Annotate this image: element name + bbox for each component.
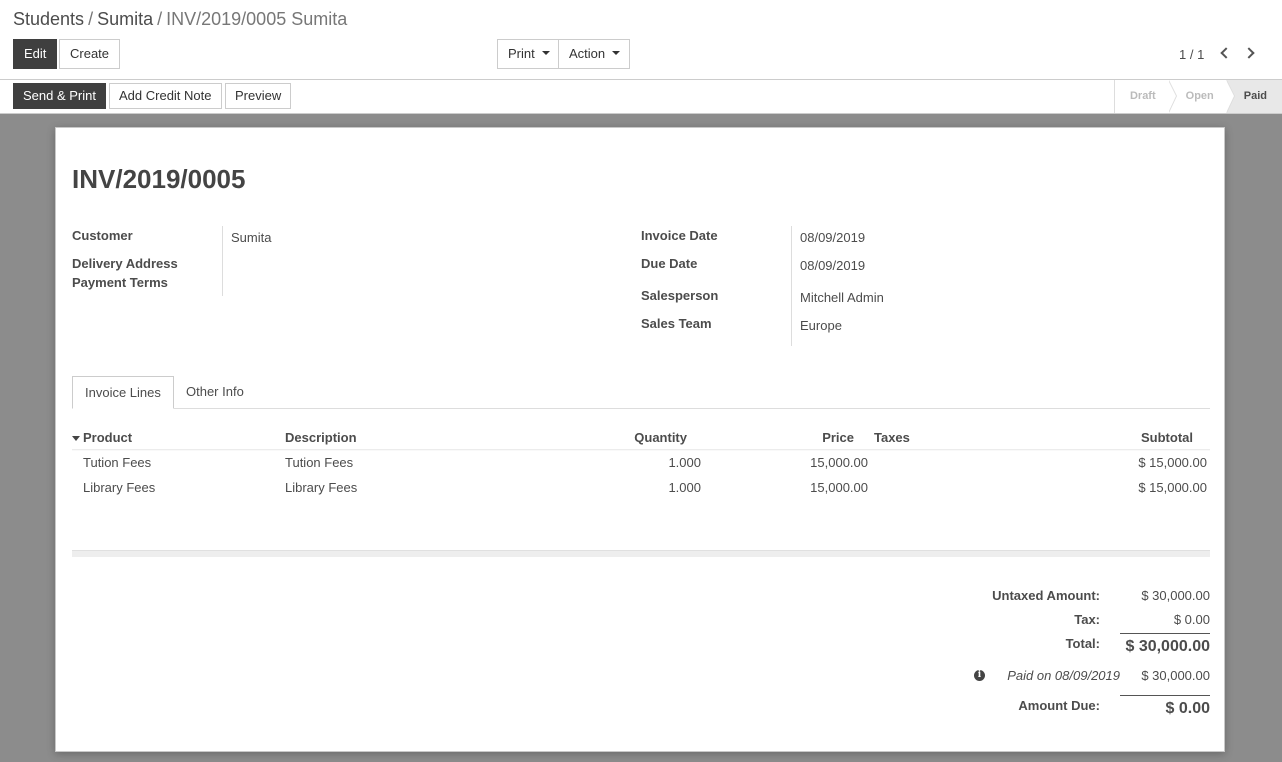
print-dropdown-button[interactable]: Print <box>497 39 559 69</box>
invoice-date-label: Invoice Date <box>641 228 718 243</box>
add-credit-note-button[interactable]: Add Credit Note <box>109 83 222 109</box>
field-divider <box>791 226 792 346</box>
breadcrumb-sumita[interactable]: Sumita <box>97 9 153 29</box>
status-stages: Draft Open Paid <box>1113 80 1282 113</box>
breadcrumb-students[interactable]: Students <box>13 9 84 29</box>
chevron-right-icon <box>1243 47 1255 59</box>
untaxed-amount-value: $ 30,000.00 <box>1141 588 1210 603</box>
customer-label: Customer <box>72 228 133 243</box>
pager-next-button[interactable] <box>1243 44 1261 64</box>
paid-amount-value: $ 30,000.00 <box>1141 668 1210 683</box>
control-panel: Students / Sumita / INV/2019/0005 Sumita Edi… <box>0 0 1282 80</box>
pager-previous-button[interactable] <box>1216 44 1234 64</box>
breadcrumb: Students / Sumita / INV/2019/0005 Sumita <box>13 9 347 30</box>
payment-terms-label: Payment Terms <box>72 275 168 290</box>
row-price: 15,000.00 <box>810 480 868 495</box>
caret-down-icon <box>541 51 550 56</box>
breadcrumb-current: INV/2019/0005 Sumita <box>166 9 348 29</box>
column-header-price[interactable]: Price <box>796 430 854 445</box>
total-label: Total: <box>1065 636 1100 651</box>
action-dropdown-button[interactable]: Action <box>558 39 630 69</box>
invoice-date-value: 08/09/2019 <box>800 230 866 245</box>
row-price: 15,000.00 <box>810 455 868 470</box>
table-footer <box>72 550 1210 557</box>
invoice-sheet: INV/2019/0005 Customer Delivery Address … <box>55 127 1225 752</box>
tax-value: $ 0.00 <box>1173 612 1210 627</box>
salesperson-label: Salesperson <box>641 288 719 303</box>
sales-team-label: Sales Team <box>641 316 712 331</box>
row-subtotal: $ 15,000.00 <box>1138 455 1207 470</box>
salesperson-value[interactable]: Mitchell Admin <box>800 290 884 305</box>
action-label: Action <box>569 46 606 61</box>
field-divider <box>222 226 223 296</box>
invoice-number: INV/2019/0005 <box>72 164 246 194</box>
row-subtotal: $ 15,000.00 <box>1138 480 1207 495</box>
untaxed-amount-label: Untaxed Amount: <box>992 588 1100 603</box>
column-header-product[interactable]: Product <box>72 430 132 445</box>
amount-due-divider <box>1120 695 1210 696</box>
column-header-quantity[interactable]: Quantity <box>616 430 687 445</box>
customer-value[interactable]: Sumita <box>231 230 271 245</box>
edit-button[interactable]: Edit <box>13 39 58 69</box>
print-label: Print <box>508 46 535 61</box>
amount-due-label: Amount Due: <box>1018 698 1100 713</box>
send-print-button[interactable]: Send & Print <box>13 83 106 109</box>
row-quantity: 1.000 <box>668 480 701 495</box>
tax-label: Tax: <box>1074 612 1100 627</box>
due-date-value: 08/09/2019 <box>800 258 866 273</box>
table-header-divider <box>72 449 1210 451</box>
row-quantity: 1.000 <box>668 455 701 470</box>
row-description: Tution Fees <box>285 455 354 470</box>
delivery-address-label: Delivery Address <box>72 256 178 271</box>
column-header-description[interactable]: Description <box>285 430 357 445</box>
total-value: $ 30,000.00 <box>1125 638 1210 655</box>
pager-value[interactable]: 1 / 1 <box>1179 47 1204 62</box>
chevron-left-icon <box>1220 47 1232 59</box>
sort-caret-icon <box>72 436 80 442</box>
column-header-subtotal[interactable]: Subtotal <box>1093 430 1193 445</box>
column-header-taxes[interactable]: Taxes <box>874 430 910 445</box>
stage-draft[interactable]: Draft <box>1115 80 1177 113</box>
due-date-label: Due Date <box>641 256 698 271</box>
breadcrumb-separator: / <box>157 9 163 29</box>
amount-due-value: $ 0.00 <box>1165 700 1210 717</box>
column-header-label: Product <box>83 430 133 445</box>
total-divider <box>1120 633 1210 634</box>
row-product: Library Fees <box>83 480 156 495</box>
sales-team-value[interactable]: Europe <box>800 318 842 333</box>
create-button[interactable]: Create <box>59 39 121 69</box>
tab-invoice-lines[interactable]: Invoice Lines <box>72 376 174 409</box>
statusbar: Send & Print Add Credit Note Preview Dra… <box>0 80 1282 114</box>
preview-button[interactable]: Preview <box>225 83 292 109</box>
row-description: Library Fees <box>285 480 358 495</box>
breadcrumb-separator: / <box>88 9 94 29</box>
paid-on-label: Paid on 08/09/2019 <box>1007 668 1120 683</box>
caret-down-icon <box>612 51 621 56</box>
row-product: Tution Fees <box>83 455 152 470</box>
tab-other-info[interactable]: Other Info <box>174 376 256 409</box>
